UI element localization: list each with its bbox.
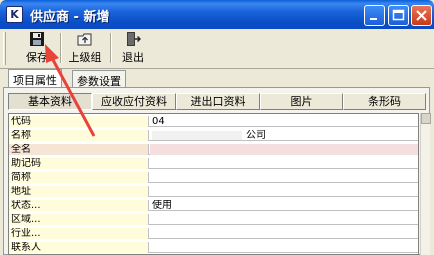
floppy-disk-icon bbox=[30, 32, 44, 46]
save-button[interactable]: 保存 bbox=[20, 31, 54, 65]
status-field[interactable]: 使用 bbox=[150, 200, 418, 211]
row-label: 名称 bbox=[9, 130, 149, 141]
full-name-field[interactable] bbox=[150, 144, 418, 155]
subtab-receivable-payable[interactable]: 应收应付资料 bbox=[92, 93, 176, 110]
grid-row-mnemonic[interactable]: 助记码 bbox=[9, 158, 418, 169]
exit-door-icon bbox=[127, 32, 141, 46]
folder-up-icon bbox=[77, 33, 92, 46]
industry-field[interactable] bbox=[150, 228, 418, 239]
grid-row-region[interactable]: 区域... bbox=[9, 214, 418, 225]
tab-item-properties[interactable]: 项目属性 bbox=[8, 69, 62, 88]
code-field[interactable]: 04 bbox=[150, 116, 418, 127]
maximize-button[interactable] bbox=[388, 5, 409, 26]
row-label: 全名 bbox=[9, 144, 149, 155]
exit-label: 退出 bbox=[122, 51, 144, 64]
row-label: 联系人 bbox=[9, 242, 149, 253]
window-title: 供应商 - 新增 bbox=[30, 10, 110, 25]
property-grid: 代码 04 名称 公司 全名 助记码 简称 地址 状态... 使用 区域... … bbox=[8, 113, 419, 255]
contact-field[interactable] bbox=[150, 242, 418, 253]
row-label: 区域... bbox=[9, 214, 149, 225]
row-label: 地址 bbox=[9, 186, 149, 197]
subtab-basic-info[interactable]: 基本资料 bbox=[8, 93, 92, 110]
tab-strip: 项目属性 参数设置 bbox=[0, 69, 434, 88]
minimize-icon bbox=[370, 18, 377, 20]
subtab-picture[interactable]: 图片 bbox=[260, 93, 343, 110]
name-field[interactable]: 公司 bbox=[150, 130, 418, 141]
grid-row-address[interactable]: 地址 bbox=[9, 186, 418, 197]
toolbar-grip[interactable] bbox=[3, 32, 6, 65]
grid-row-industry[interactable]: 行业... bbox=[9, 228, 418, 239]
address-field[interactable] bbox=[150, 186, 418, 197]
subtab-barcode[interactable]: 条形码 bbox=[343, 93, 426, 110]
minimize-button[interactable] bbox=[364, 5, 385, 26]
toolbar-separator bbox=[60, 33, 62, 63]
region-field[interactable] bbox=[150, 214, 418, 225]
grid-row-contact[interactable]: 联系人 bbox=[9, 242, 418, 253]
close-icon bbox=[416, 10, 427, 21]
close-button[interactable] bbox=[411, 5, 432, 26]
up-level-group-button[interactable]: 上级组 bbox=[65, 31, 105, 65]
grid-row-short-name[interactable]: 简称 bbox=[9, 172, 418, 183]
redacted-text bbox=[152, 130, 242, 140]
toolbar: 保存 上级组 退出 bbox=[0, 29, 434, 69]
subtab-import-export[interactable]: 进出口资料 bbox=[176, 93, 260, 110]
grid-row-status[interactable]: 状态... 使用 bbox=[9, 200, 418, 211]
grid-row-full-name[interactable]: 全名 bbox=[9, 144, 418, 155]
short-name-field[interactable] bbox=[150, 172, 418, 183]
title-bar[interactable]: K 供应商 - 新增 bbox=[0, 0, 434, 29]
grid-row-code[interactable]: 代码 04 bbox=[9, 116, 418, 127]
app-logo-icon: K bbox=[6, 6, 23, 23]
maximize-icon bbox=[392, 9, 405, 21]
exit-button[interactable]: 退出 bbox=[118, 31, 148, 65]
name-value: 公司 bbox=[246, 130, 266, 141]
grid-row-name[interactable]: 名称 公司 bbox=[9, 130, 418, 141]
row-label: 助记码 bbox=[9, 158, 149, 169]
row-label: 代码 bbox=[9, 116, 149, 127]
row-label: 简称 bbox=[9, 172, 149, 183]
sub-tab-strip: 基本资料 应收应付资料 进出口资料 图片 条形码 bbox=[8, 93, 426, 110]
row-label: 状态... bbox=[9, 200, 149, 211]
toolbar-separator bbox=[110, 33, 112, 63]
tab-parameter-settings[interactable]: 参数设置 bbox=[72, 70, 126, 88]
save-label: 保存 bbox=[26, 51, 48, 64]
vertical-scrollbar[interactable] bbox=[420, 113, 431, 255]
mnemonic-field[interactable] bbox=[150, 158, 418, 169]
row-label: 行业... bbox=[9, 228, 149, 239]
scroll-up-button[interactable] bbox=[421, 113, 431, 124]
up-level-group-label: 上级组 bbox=[68, 51, 102, 64]
